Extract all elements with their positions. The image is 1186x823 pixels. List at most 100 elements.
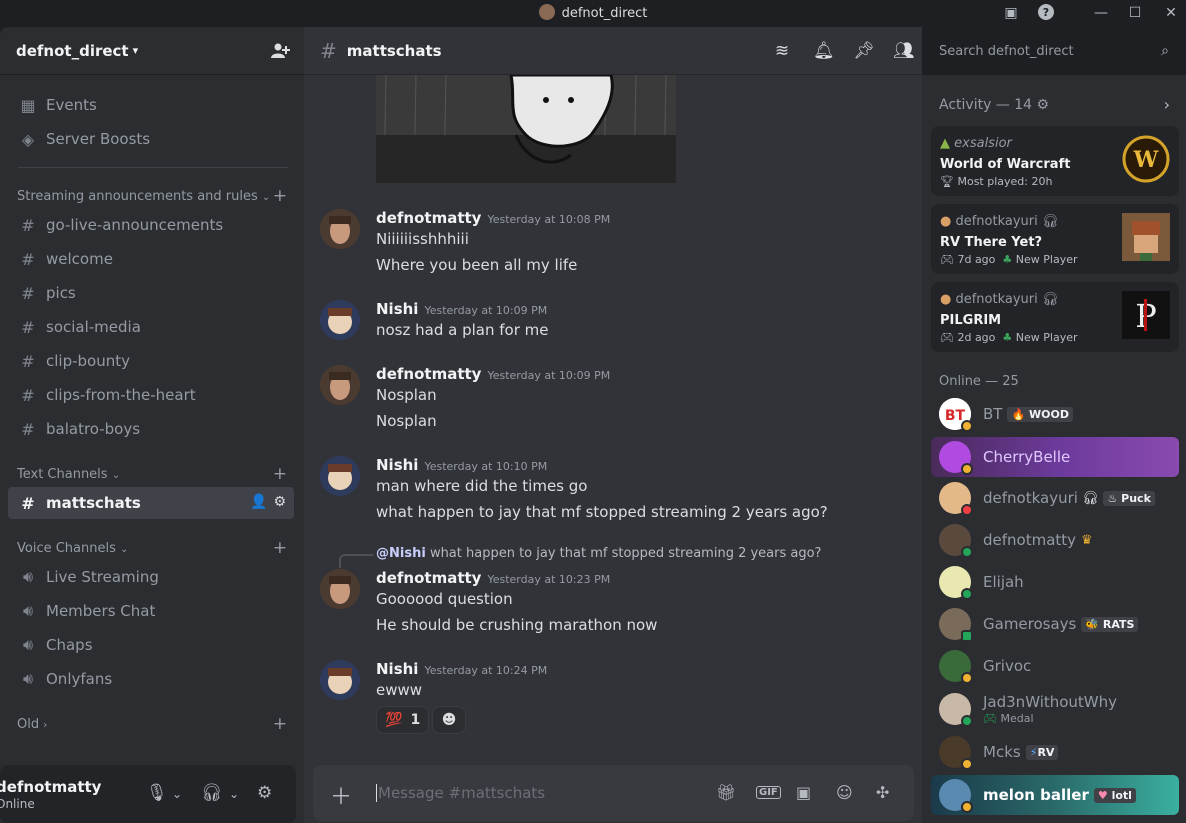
channel-label: Members Chat bbox=[46, 602, 156, 620]
avatar[interactable] bbox=[320, 660, 360, 700]
svg-text:W: W bbox=[1133, 147, 1159, 173]
chevron-right-icon[interactable]: › bbox=[1164, 95, 1170, 114]
avatar[interactable] bbox=[320, 456, 360, 496]
channel-clip-bounty[interactable]: # clip-bounty bbox=[8, 345, 294, 377]
headphones-icon: 🎧︎ bbox=[1081, 490, 1099, 506]
member-item[interactable]: Jad3nWithoutWhy 🎮︎ Medal bbox=[931, 689, 1179, 729]
author-name[interactable]: defnotmatty bbox=[376, 569, 481, 587]
author-name[interactable]: Nishi bbox=[376, 456, 418, 474]
activity-user-name: defnotkayuri bbox=[955, 214, 1038, 229]
chevron-down-icon[interactable]: ⌄ bbox=[229, 787, 239, 801]
sidebar-item-server-boosts[interactable]: ◈ Server Boosts bbox=[8, 123, 294, 155]
avatar[interactable] bbox=[320, 569, 360, 609]
message-author[interactable]: defnotmatty Yesterday at 10:09 PM bbox=[376, 365, 610, 383]
member-item[interactable]: Mcks ⚡RV bbox=[931, 732, 1179, 772]
attachment-image[interactable] bbox=[376, 75, 676, 183]
avatar[interactable] bbox=[320, 365, 360, 405]
emoji-icon[interactable]: ☺ bbox=[836, 783, 853, 802]
help-icon[interactable]: ? bbox=[1035, 3, 1057, 23]
channel-clips-from-the-heart[interactable]: # clips-from-the-heart bbox=[8, 379, 294, 411]
guild-header[interactable]: defnot_direct ▾ bbox=[0, 27, 304, 75]
apps-icon[interactable]: ✣ bbox=[876, 783, 889, 802]
voice-members-chat[interactable]: 🔊︎ Members Chat bbox=[8, 595, 294, 627]
search-input[interactable]: Search defnot_direct ⌕ bbox=[931, 37, 1175, 67]
channel-go-live-announcements[interactable]: # go-live-announcements bbox=[8, 209, 294, 241]
threads-icon[interactable]: ≋ bbox=[772, 41, 792, 61]
add-channel-button[interactable]: + bbox=[273, 464, 287, 484]
voice-live-streaming[interactable]: 🔊︎ Live Streaming bbox=[8, 561, 294, 593]
add-reaction-button[interactable]: ☻ bbox=[432, 706, 466, 734]
member-item[interactable]: melon baller ♥ lotl bbox=[931, 775, 1179, 815]
message-author[interactable]: Nishi Yesterday at 10:10 PM bbox=[376, 456, 547, 474]
gift-icon[interactable]: 🎁︎ bbox=[716, 783, 736, 802]
message-input[interactable]: Message #mattschats bbox=[376, 784, 545, 802]
message-author[interactable]: Nishi Yesterday at 10:09 PM bbox=[376, 300, 547, 318]
activity-meta-text: 7d ago bbox=[957, 253, 996, 266]
channel-mattschats[interactable]: # mattschats 👤 ⚙ bbox=[8, 487, 294, 519]
member-item[interactable]: defnotkayuri 🎧︎ ♨ Puck bbox=[931, 478, 1179, 518]
maximize-icon[interactable]: ☐ bbox=[1124, 3, 1146, 23]
bell-icon[interactable]: 🔔︎ bbox=[813, 41, 835, 61]
voice-chaps[interactable]: 🔊︎ Chaps bbox=[8, 629, 294, 661]
sidebar-item-label: Events bbox=[46, 96, 97, 114]
chevron-down-icon[interactable]: ⌄ bbox=[172, 787, 182, 801]
add-channel-button[interactable]: + bbox=[273, 186, 287, 206]
member-item[interactable]: CherryBelle bbox=[931, 437, 1179, 477]
gear-icon[interactable]: ⚙ bbox=[273, 494, 286, 510]
member-item[interactable]: Grivoc bbox=[931, 646, 1179, 686]
channel-pics[interactable]: # pics bbox=[8, 277, 294, 309]
invite-people-icon[interactable] bbox=[270, 41, 290, 61]
gear-icon[interactable]: ⚙ bbox=[257, 783, 272, 803]
member-list-icon[interactable]: 👥︎ bbox=[893, 41, 915, 61]
hash-icon: # bbox=[21, 249, 35, 269]
category-voice-channels[interactable]: Voice Channels ⌄ + bbox=[17, 538, 287, 558]
avatar bbox=[939, 779, 973, 813]
minimize-icon[interactable]: — bbox=[1090, 3, 1112, 23]
avatar[interactable] bbox=[320, 209, 360, 249]
invite-icon[interactable]: 👤 bbox=[250, 494, 267, 510]
sidebar-item-events[interactable]: ▦ Events bbox=[8, 89, 294, 121]
inbox-icon[interactable]: ▣ bbox=[1000, 3, 1022, 23]
server-avatar-icon bbox=[538, 4, 555, 20]
voice-onlyfans[interactable]: 🔊︎ Onlyfans bbox=[8, 663, 294, 695]
member-item[interactable]: Elijah bbox=[931, 562, 1179, 602]
guild-tag: 🔥 WOOD bbox=[1007, 406, 1073, 422]
category-old[interactable]: Old › + bbox=[17, 714, 287, 734]
message-composer[interactable]: ＋ Message #mattschats 🎁︎ GIF ▣ ☺ ✣ bbox=[313, 765, 914, 821]
author-name[interactable]: defnotmatty bbox=[376, 209, 481, 227]
message-author[interactable]: Nishi Yesterday at 10:24 PM bbox=[376, 660, 547, 678]
gear-icon[interactable]: ⚙ bbox=[1037, 97, 1050, 113]
user-panel[interactable]: defnotmatty Online 🎙︎ ⌄ 🎧︎ ⌄ ⚙ bbox=[0, 765, 296, 823]
add-channel-button[interactable]: + bbox=[273, 538, 287, 558]
add-channel-button[interactable]: + bbox=[273, 714, 287, 734]
author-name[interactable]: Nishi bbox=[376, 660, 418, 678]
category-streaming[interactable]: Streaming announcements and rules ⌄ + bbox=[17, 186, 287, 206]
activity-card[interactable]: ● defnotkayuri 🎧︎ RV There Yet? 🎮︎ 7d ag… bbox=[931, 204, 1179, 274]
crown-icon: ♛ bbox=[1081, 532, 1093, 548]
member-item[interactable]: Gamerosays 🐝 RATS bbox=[931, 604, 1179, 644]
author-name[interactable]: Nishi bbox=[376, 300, 418, 318]
member-item[interactable]: defnotmatty ♛ bbox=[931, 520, 1179, 560]
reply-reference[interactable]: @Nishi what happen to jay that mf stoppe… bbox=[376, 546, 821, 561]
member-item[interactable]: BT BT 🔥 WOOD bbox=[931, 394, 1179, 434]
close-icon[interactable]: ✕ bbox=[1160, 3, 1182, 23]
attach-plus-icon[interactable]: ＋ bbox=[330, 779, 352, 811]
activity-card[interactable]: ● defnotkayuri 🎧︎ PILGRIM 🎮︎ 2d ago ♣ Ne… bbox=[931, 282, 1179, 352]
channel-welcome[interactable]: # welcome bbox=[8, 243, 294, 275]
sticker-icon[interactable]: ▣ bbox=[796, 783, 811, 802]
activity-meta: 🎮︎ 7d ago ♣ New Player bbox=[940, 253, 1078, 266]
author-name[interactable]: defnotmatty bbox=[376, 365, 481, 383]
headphones-icon[interactable]: 🎧︎ bbox=[201, 783, 223, 803]
gif-icon[interactable]: GIF bbox=[756, 786, 781, 799]
reply-mention[interactable]: @Nishi bbox=[376, 546, 426, 561]
microphone-icon[interactable]: 🎙︎ bbox=[146, 783, 168, 803]
reaction-100[interactable]: 💯 1 bbox=[376, 706, 430, 734]
activity-card[interactable]: ▲ exsalsior World of Warcraft 🏆︎ Most pl… bbox=[931, 126, 1179, 196]
category-text-channels[interactable]: Text Channels ⌄ + bbox=[17, 464, 287, 484]
avatar[interactable] bbox=[320, 300, 360, 340]
pin-icon[interactable]: 📌︎ bbox=[853, 41, 875, 61]
channel-social-media[interactable]: # social-media bbox=[8, 311, 294, 343]
channel-balatro-boys[interactable]: # balatro-boys bbox=[8, 413, 294, 445]
message-author[interactable]: defnotmatty Yesterday at 10:23 PM bbox=[376, 569, 610, 587]
message-author[interactable]: defnotmatty Yesterday at 10:08 PM bbox=[376, 209, 610, 227]
